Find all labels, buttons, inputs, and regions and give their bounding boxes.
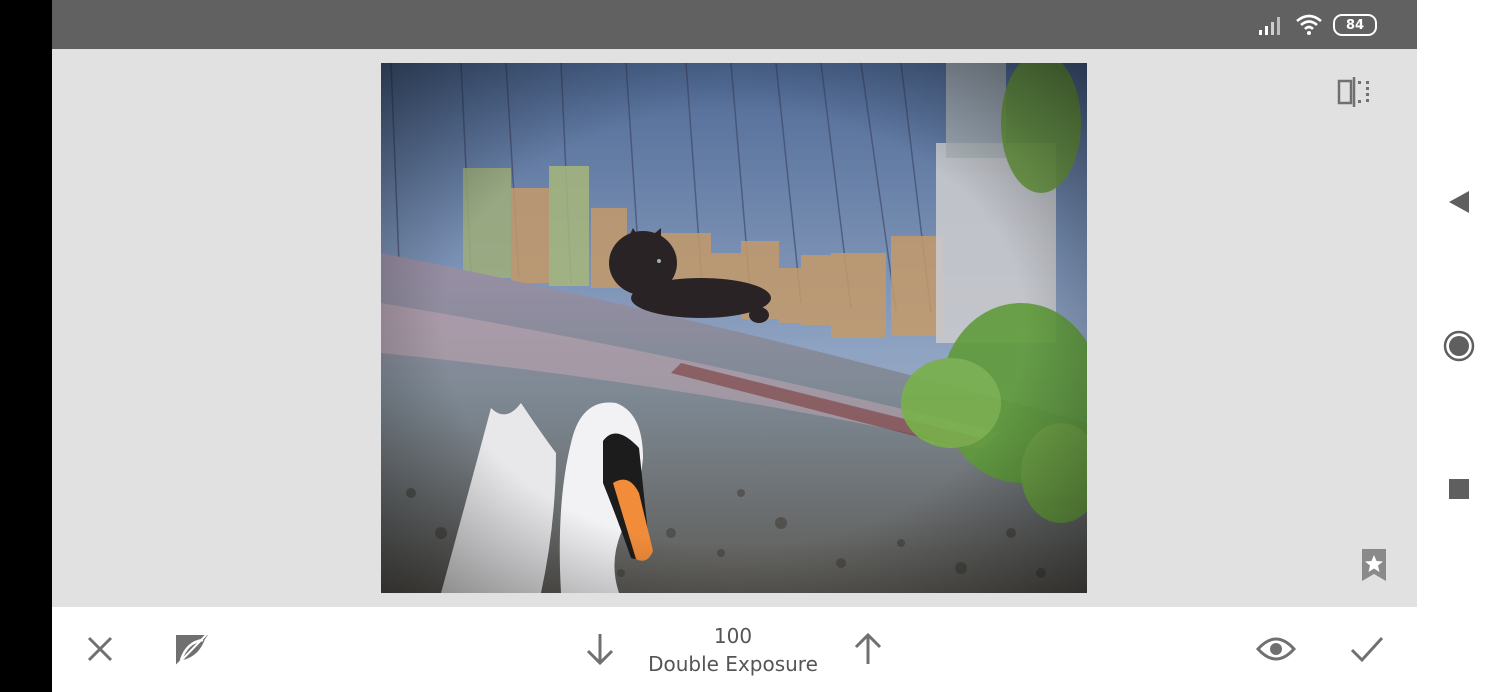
editor-canvas — [52, 49, 1417, 607]
left-cutout-strip — [0, 0, 52, 692]
arrow-up-icon[interactable] — [846, 627, 890, 671]
effect-value: 100 — [713, 624, 753, 648]
bookmark-star-icon[interactable] — [1359, 547, 1389, 583]
check-icon[interactable] — [1345, 627, 1389, 671]
close-icon[interactable] — [78, 627, 122, 671]
eye-icon[interactable] — [1254, 627, 1298, 671]
brush-erase-icon[interactable] — [170, 627, 214, 671]
compare-split-icon[interactable] — [1337, 75, 1371, 109]
double-exposure-photo — [381, 63, 1087, 593]
status-bar: 84 — [52, 0, 1417, 49]
system-nav-bar — [1417, 0, 1500, 692]
effect-value-display: 100 Double Exposure — [633, 623, 833, 679]
home-circle-icon[interactable] — [1439, 326, 1479, 366]
battery-level: 84 — [1345, 17, 1365, 33]
app-screen: 84 100 Double Exposure — [52, 0, 1417, 692]
status-icons: 84 — [1257, 14, 1377, 36]
recents-square-icon[interactable] — [1439, 469, 1479, 509]
signal-icon — [1259, 17, 1280, 35]
battery-icon: 84 — [1333, 14, 1377, 36]
effect-label: Double Exposure — [648, 652, 818, 676]
wifi-icon — [1296, 14, 1322, 35]
back-triangle-icon[interactable] — [1439, 182, 1479, 222]
bottom-toolbar: 100 Double Exposure — [52, 607, 1417, 692]
photo-preview[interactable] — [381, 63, 1087, 593]
arrow-down-icon[interactable] — [578, 627, 622, 671]
